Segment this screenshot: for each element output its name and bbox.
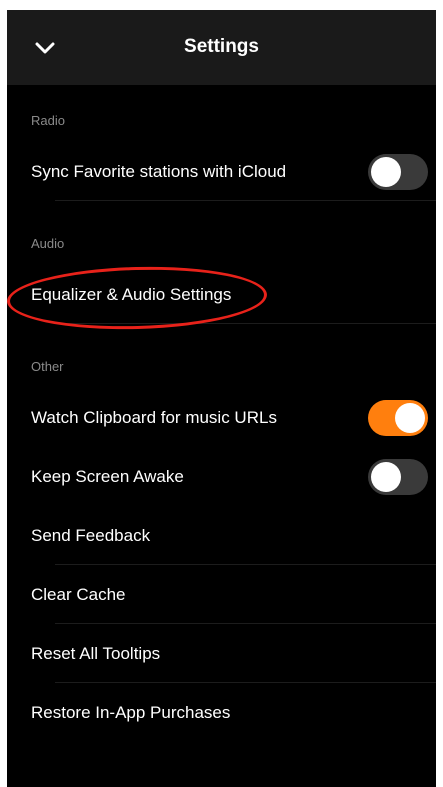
clear-cache-label: Clear Cache bbox=[31, 585, 126, 604]
send-feedback-row[interactable]: Send Feedback bbox=[31, 507, 436, 565]
page-title: Settings bbox=[184, 36, 259, 57]
divider bbox=[55, 200, 436, 201]
divider bbox=[55, 323, 436, 324]
reset-tooltips-row[interactable]: Reset All Tooltips bbox=[31, 625, 436, 683]
watch-clipboard-toggle[interactable] bbox=[368, 400, 428, 436]
restore-purchases-row[interactable]: Restore In-App Purchases bbox=[31, 684, 436, 742]
navigation-bar: Settings bbox=[7, 10, 436, 85]
restore-purchases-label: Restore In-App Purchases bbox=[31, 703, 231, 722]
toggle-knob bbox=[371, 157, 401, 187]
keep-screen-awake-label: Keep Screen Awake bbox=[31, 467, 184, 486]
equalizer-settings-row[interactable]: Equalizer & Audio Settings bbox=[31, 266, 436, 324]
toggle-knob bbox=[371, 462, 401, 492]
divider bbox=[55, 682, 436, 683]
watch-clipboard-row[interactable]: Watch Clipboard for music URLs bbox=[31, 389, 436, 447]
sync-icloud-toggle[interactable] bbox=[368, 154, 428, 190]
divider bbox=[55, 623, 436, 624]
watch-clipboard-label: Watch Clipboard for music URLs bbox=[31, 408, 277, 427]
sync-icloud-label: Sync Favorite stations with iCloud bbox=[31, 162, 287, 181]
section-header-other: Other bbox=[31, 359, 64, 374]
toggle-knob bbox=[395, 403, 425, 433]
section-header-radio: Radio bbox=[31, 113, 65, 128]
settings-screen: Settings Radio Sync Favorite stations wi… bbox=[7, 10, 436, 787]
divider bbox=[55, 564, 436, 565]
equalizer-settings-label: Equalizer & Audio Settings bbox=[31, 285, 232, 304]
keep-screen-awake-toggle[interactable] bbox=[368, 459, 428, 495]
sync-icloud-row[interactable]: Sync Favorite stations with iCloud bbox=[31, 143, 436, 201]
send-feedback-label: Send Feedback bbox=[31, 526, 151, 545]
keep-screen-awake-row[interactable]: Keep Screen Awake bbox=[31, 448, 436, 506]
section-header-audio: Audio bbox=[31, 236, 65, 251]
reset-tooltips-label: Reset All Tooltips bbox=[31, 644, 161, 663]
clear-cache-row[interactable]: Clear Cache bbox=[31, 566, 436, 624]
